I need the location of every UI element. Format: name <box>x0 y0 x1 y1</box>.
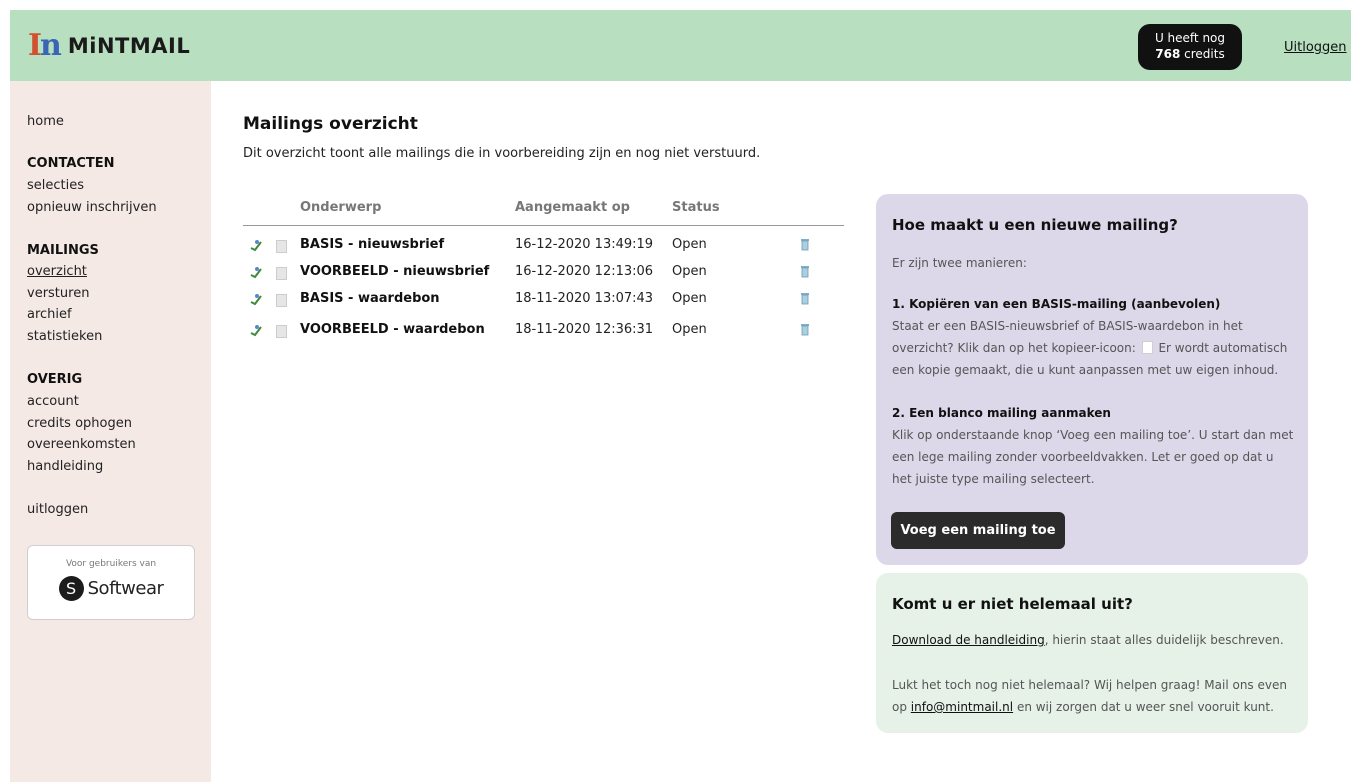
mailing-created: 16-12-2020 12:13:06 <box>515 264 654 279</box>
mintmail-logo[interactable]: In MiNTMAIL <box>28 30 190 62</box>
trash-icon[interactable] <box>800 291 810 305</box>
mailing-created: 16-12-2020 13:49:19 <box>515 237 654 252</box>
support-mail-text: Lukt het toch nog niet helemaal? Wij hel… <box>892 678 1287 714</box>
sidebar-item-credits-ophogen[interactable]: credits ophogen <box>27 416 132 431</box>
how-to-intro: Er zijn twee manieren: <box>892 256 1027 270</box>
support-email-link[interactable]: info@mintmail.nl <box>911 700 1013 714</box>
mailing-subject[interactable]: BASIS - nieuwsbrief <box>300 237 444 252</box>
softwear-partner-box[interactable]: Voor gebruikers van S Softwear <box>27 545 195 620</box>
credits-value: 768 credits <box>1155 47 1225 61</box>
sidebar-item-archief[interactable]: archief <box>27 307 72 322</box>
trash-icon[interactable] <box>800 264 810 278</box>
mailing-subject[interactable]: BASIS - waardebon <box>300 291 440 306</box>
table-row: VOORBEELD - nieuwsbrief 16-12-2020 12:13… <box>243 264 844 286</box>
softwear-logo: S Softwear <box>28 576 194 601</box>
logo-text: MiNTMAIL <box>67 34 191 58</box>
support-download-text: Download de handleiding, hierin staat al… <box>892 633 1284 647</box>
top-header: In MiNTMAIL U heeft nog 768 credits Uitl… <box>10 10 1351 81</box>
support-panel: Komt u er niet helemaal uit? Download de… <box>876 573 1308 733</box>
sidebar-item-overzicht[interactable]: overzicht <box>27 264 87 279</box>
softwear-logo-text: Softwear <box>87 578 164 599</box>
mailing-subject[interactable]: VOORBEELD - waardebon <box>300 322 485 337</box>
send-icon[interactable] <box>249 324 263 338</box>
logo-mark: In <box>28 28 62 63</box>
how-to-panel: Hoe maakt u een nieuwe mailing? Er zijn … <box>876 194 1308 565</box>
step2-text: Klik op onderstaande knop ‘Voeg een mail… <box>892 428 1294 486</box>
send-icon[interactable] <box>249 293 263 307</box>
softwear-logo-icon: S <box>58 576 84 601</box>
download-manual-link[interactable]: Download de handleiding <box>892 633 1045 647</box>
column-header-created[interactable]: Aangemaakt op <box>515 200 630 215</box>
mailing-created: 18-11-2020 13:07:43 <box>515 291 654 306</box>
sidebar-item-overeenkomsten[interactable]: overeenkomsten <box>27 437 136 452</box>
sidebar-item-statistieken[interactable]: statistieken <box>27 329 102 344</box>
send-icon[interactable] <box>249 266 263 280</box>
copy-icon[interactable] <box>276 294 287 307</box>
trash-icon[interactable] <box>800 322 810 336</box>
table-header-divider <box>243 225 844 226</box>
sidebar: home CONTACTEN selecties opnieuw inschri… <box>10 81 211 782</box>
copy-icon[interactable] <box>276 267 287 280</box>
table-row: BASIS - waardebon 18-11-2020 13:07:43 Op… <box>243 291 844 313</box>
table-row: BASIS - nieuwsbrief 16-12-2020 13:49:19 … <box>243 237 844 259</box>
mailing-status: Open <box>672 237 707 252</box>
trash-icon[interactable] <box>800 237 810 251</box>
sidebar-item-selecties[interactable]: selecties <box>27 178 84 193</box>
mailing-status: Open <box>672 322 707 337</box>
partner-label: Voor gebruikers van <box>65 559 157 569</box>
column-header-subject[interactable]: Onderwerp <box>300 200 381 215</box>
logout-link[interactable]: Uitloggen <box>1284 40 1347 55</box>
copy-icon[interactable] <box>276 325 287 338</box>
support-title: Komt u er niet helemaal uit? <box>892 595 1133 613</box>
credits-badge: U heeft nog 768 credits <box>1138 24 1242 70</box>
sidebar-item-versturen[interactable]: versturen <box>27 286 89 301</box>
mailing-status: Open <box>672 291 707 306</box>
send-icon[interactable] <box>249 239 263 253</box>
sidebar-item-uitloggen[interactable]: uitloggen <box>27 502 88 517</box>
copy-icon[interactable] <box>276 240 287 253</box>
sidebar-item-handleiding[interactable]: handleiding <box>27 459 103 474</box>
how-to-title: Hoe maakt u een nieuwe mailing? <box>892 216 1178 234</box>
sidebar-section-mailings: MAILINGS <box>27 243 99 258</box>
sidebar-section-overig: OVERIG <box>27 372 83 387</box>
sidebar-item-home[interactable]: home <box>27 114 64 129</box>
mailing-status: Open <box>672 264 707 279</box>
add-mailing-button[interactable]: Voeg een mailing toe <box>891 512 1065 549</box>
page-description: Dit overzicht toont alle mailings die in… <box>243 146 761 161</box>
credits-label: U heeft nog <box>1154 31 1226 45</box>
step1-title: 1. Kopiëren van een BASIS-mailing (aanbe… <box>892 297 1221 311</box>
sidebar-item-opnieuw-inschrijven[interactable]: opnieuw inschrijven <box>27 200 157 215</box>
sidebar-section-contacten: CONTACTEN <box>27 156 115 171</box>
copy-icon <box>1141 341 1153 354</box>
table-row: VOORBEELD - waardebon 18-11-2020 12:36:3… <box>243 322 844 344</box>
mailing-created: 18-11-2020 12:36:31 <box>515 322 654 337</box>
step1-text: Staat er een BASIS-nieuwsbrief of BASIS-… <box>892 319 1288 377</box>
column-header-status[interactable]: Status <box>672 200 720 215</box>
page-title: Mailings overzicht <box>243 114 418 134</box>
mailing-subject[interactable]: VOORBEELD - nieuwsbrief <box>300 264 489 279</box>
sidebar-item-account[interactable]: account <box>27 394 79 409</box>
step2-title: 2. Een blanco mailing aanmaken <box>892 406 1111 420</box>
